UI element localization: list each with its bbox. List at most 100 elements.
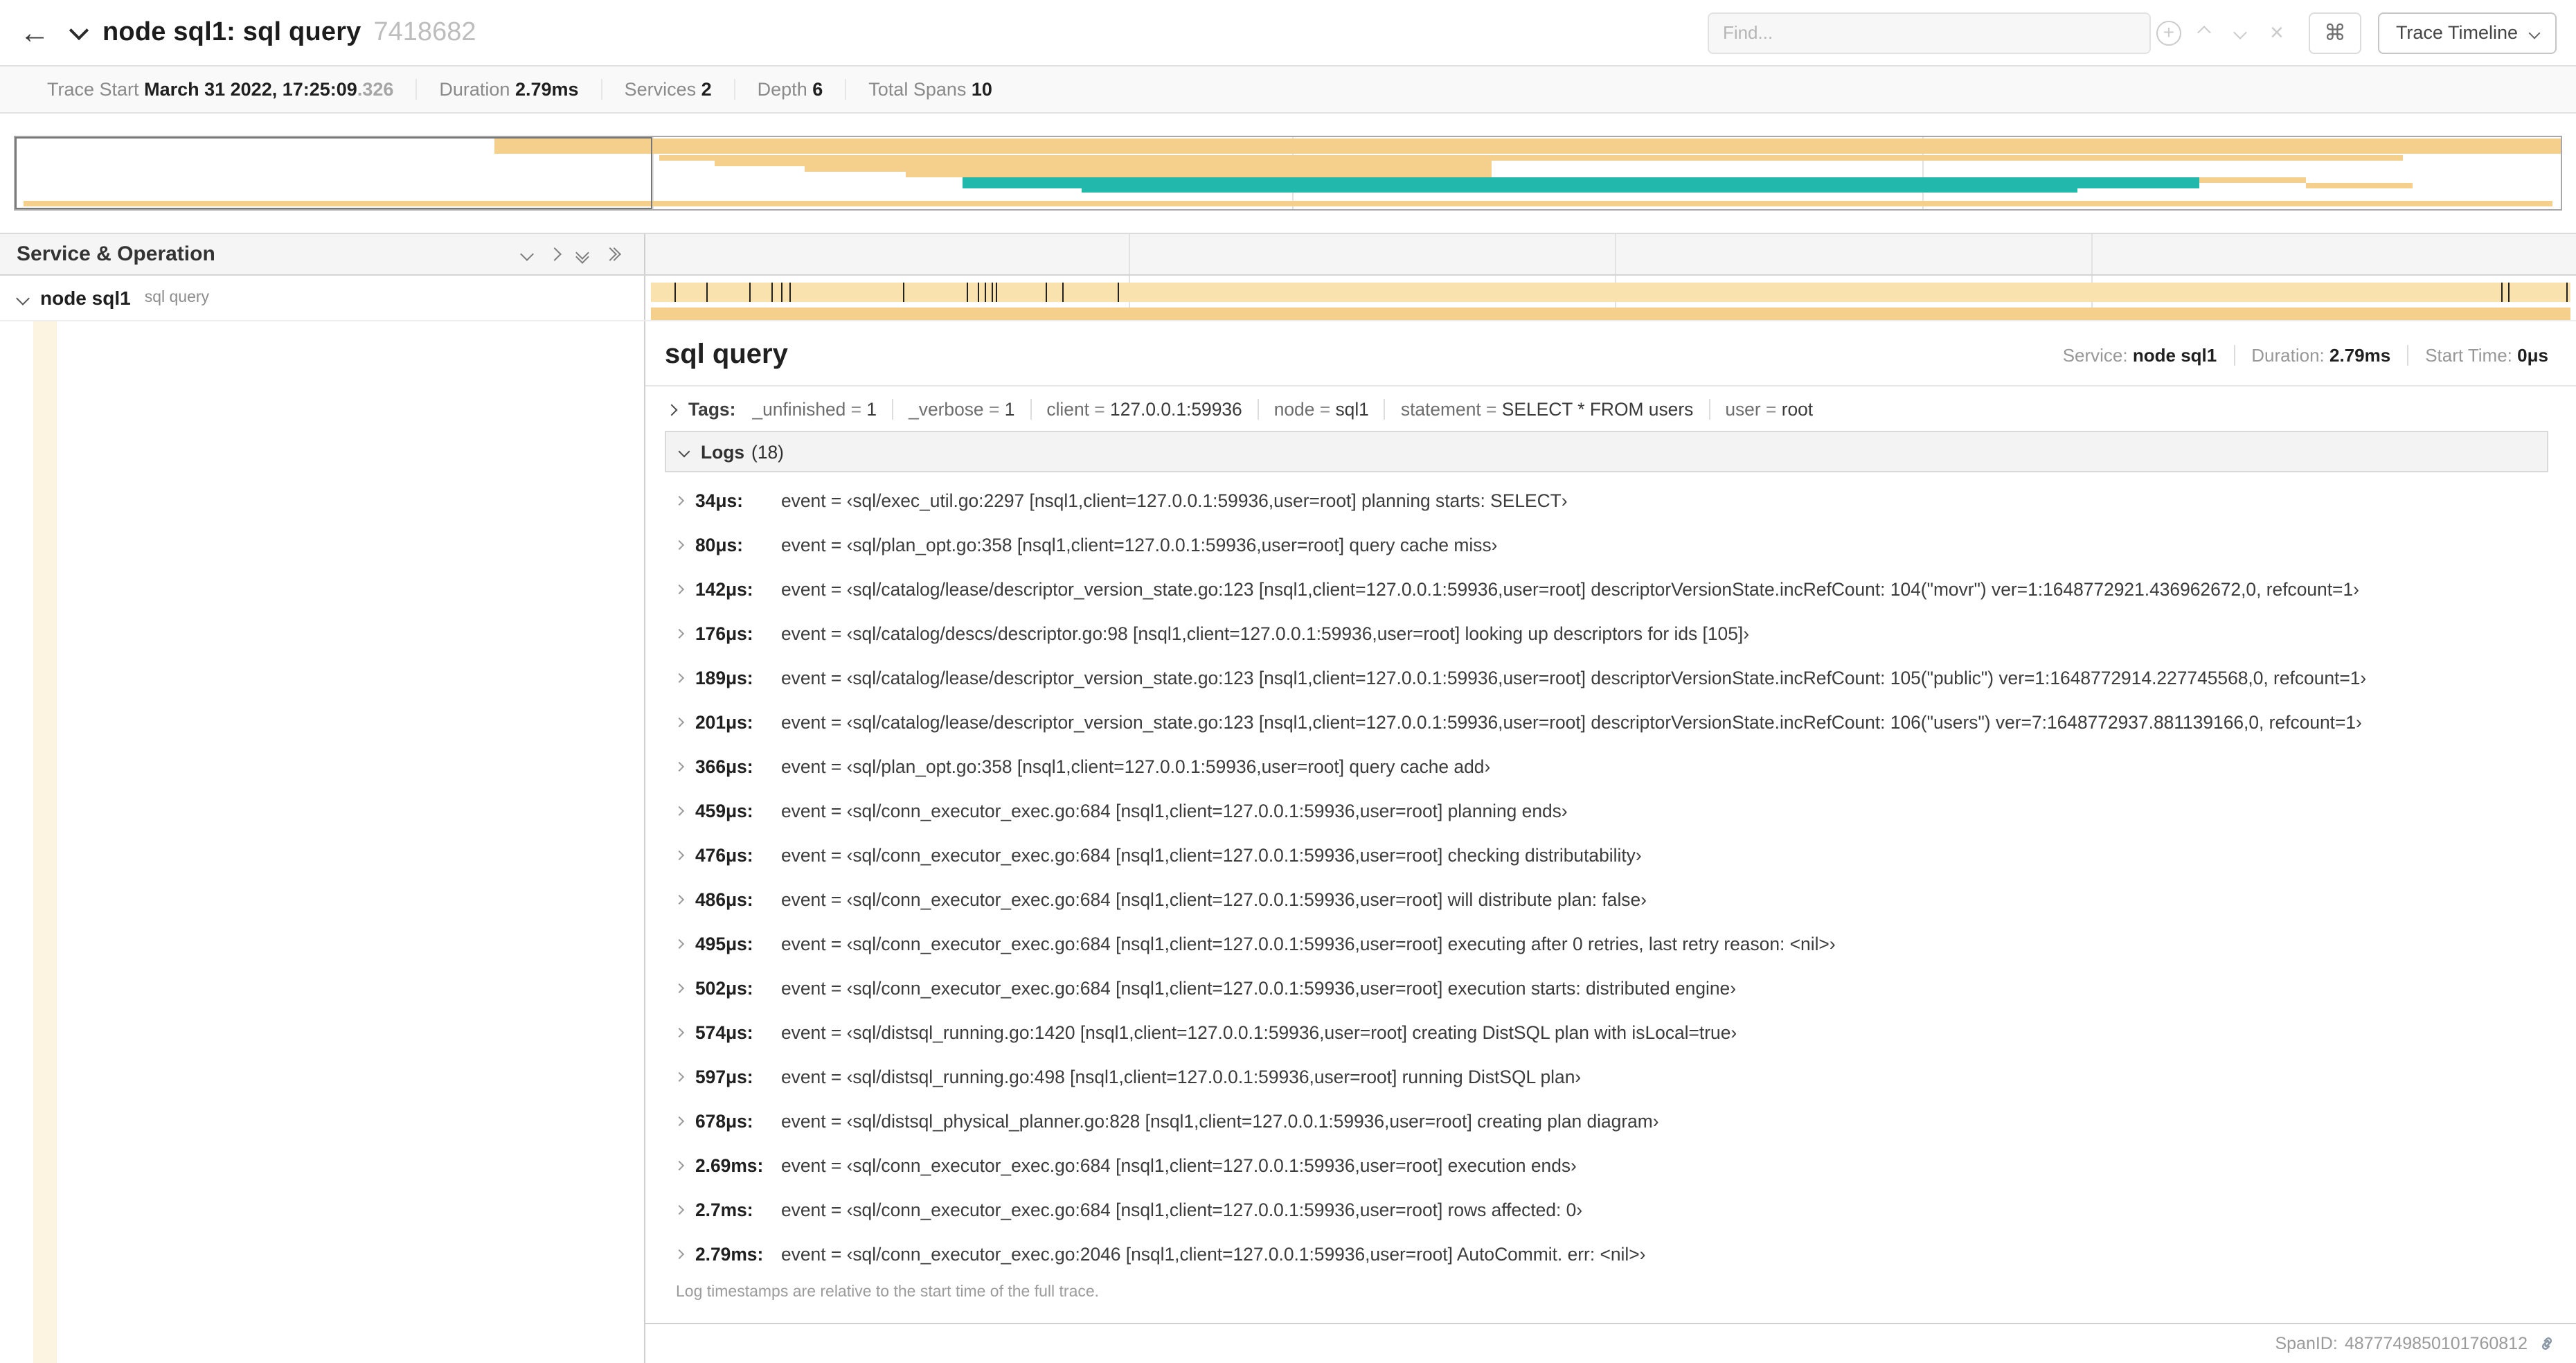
back-button[interactable]: ← — [19, 17, 50, 48]
minimap-canvas[interactable] — [14, 136, 2562, 211]
close-icon[interactable]: × — [2259, 13, 2295, 52]
span-row[interactable]: node sql1 sql query — [0, 276, 2576, 321]
find-input[interactable] — [1707, 12, 2151, 53]
tag-item: _unfinished1 — [752, 399, 892, 420]
chevron-down-icon[interactable] — [2223, 13, 2259, 52]
chevron-right-icon — [665, 403, 678, 416]
minimap-span-bar — [962, 177, 2199, 188]
log-entry[interactable]: 495μs: event = ‹sql/conn_executor_exec.g… — [665, 921, 2548, 965]
timeline-collapser — [520, 245, 621, 263]
minimap-span-bar — [715, 161, 1492, 166]
minimap-scrubber[interactable] — [15, 137, 652, 209]
span-collapse-icon[interactable] — [16, 291, 30, 305]
logs-note: Log timestamps are relative to the start… — [676, 1284, 1100, 1301]
log-tick — [789, 283, 791, 302]
span-meta-item: Start Time: 0μs — [2407, 345, 2548, 366]
collapse-header-icon[interactable] — [69, 20, 89, 41]
log-entry[interactable]: 80μs: event = ‹sql/plan_opt.go:358 [nsql… — [665, 522, 2548, 567]
chevron-right-icon — [674, 495, 685, 506]
log-entry[interactable]: 189μs: event = ‹sql/catalog/lease/descri… — [665, 655, 2548, 700]
log-entry[interactable]: 486μs: event = ‹sql/conn_executor_exec.g… — [665, 877, 2548, 921]
log-tick — [780, 283, 782, 302]
span-detail-meta: Service: node sql1 Duration: 2.79ms Start … — [2046, 345, 2548, 366]
chevron-right-icon — [674, 849, 685, 860]
chevron-right-icon — [674, 1026, 685, 1037]
log-tick — [674, 283, 676, 302]
log-tick — [749, 283, 751, 302]
log-tick — [985, 283, 987, 302]
log-entry[interactable]: 678μs: event = ‹sql/distsql_physical_pla… — [665, 1098, 2548, 1143]
span-detail-title: sql query — [665, 339, 788, 370]
service-operation-header-cell: Service & Operation — [0, 234, 645, 274]
tags-row[interactable]: Tags: _unfinished1_verbose1client127.0.0… — [665, 386, 2548, 431]
log-entry[interactable]: 476μs: event = ‹sql/conn_executor_exec.g… — [665, 832, 2548, 877]
summary-item: Services 2 — [600, 79, 734, 100]
minimap-tick-labels — [14, 114, 2562, 136]
log-entry[interactable]: 502μs: event = ‹sql/conn_executor_exec.g… — [665, 965, 2548, 1010]
chevron-right-icon — [674, 938, 685, 949]
timeline-ruler — [645, 234, 2576, 274]
chevron-right-icon — [674, 1071, 685, 1082]
log-entry[interactable]: 366μs: event = ‹sql/plan_opt.go:358 [nsq… — [665, 744, 2548, 788]
span-id-footer: SpanID: 4877749850101760812 — [645, 1324, 2576, 1363]
keyboard-shortcuts-button[interactable]: ⌘ — [2308, 12, 2361, 53]
span-bar-secondary — [651, 308, 2570, 320]
expand-all-icon[interactable] — [603, 247, 621, 261]
tags-list: _unfinished1_verbose1client127.0.0.1:599… — [752, 399, 1828, 420]
link-icon[interactable] — [2537, 1334, 2557, 1353]
span-bar[interactable] — [651, 283, 2570, 302]
trace-view-label: Trace Timeline — [2395, 22, 2518, 43]
tag-item: statementSELECT * FROM users — [1384, 399, 1708, 420]
log-tick — [978, 283, 980, 302]
chevron-right-icon — [674, 805, 685, 816]
tag-item: nodesql1 — [1257, 399, 1384, 420]
span-row-name-cell[interactable]: node sql1 sql query — [0, 276, 645, 320]
expand-one-level-icon[interactable] — [548, 247, 562, 261]
log-entry[interactable]: 34μs: event = ‹sql/exec_util.go:2297 [ns… — [665, 478, 2548, 522]
plus-circle-icon[interactable]: + — [2151, 13, 2187, 52]
span-id-value: 4877749850101760812 — [2344, 1334, 2528, 1353]
log-entry[interactable]: 574μs: event = ‹sql/distsql_running.go:1… — [665, 1010, 2548, 1054]
summary-item: Duration 2.79ms — [415, 79, 600, 100]
collapse-one-level-icon[interactable] — [520, 247, 534, 261]
log-tick — [1062, 283, 1064, 302]
log-entry[interactable]: 2.79ms: event = ‹sql/conn_executor_exec.… — [665, 1231, 2548, 1276]
span-operation-name: sql query — [144, 289, 210, 306]
timeline-gridline — [2091, 234, 2093, 274]
minimap-span-bar — [906, 172, 1492, 177]
chevron-right-icon — [674, 1248, 685, 1259]
log-tick — [1117, 283, 1119, 302]
summary-item: Trace Start March 31 2022, 17:25:09.326 — [47, 79, 394, 100]
tag-item: userroot — [1708, 399, 1828, 420]
log-entry[interactable]: 2.69ms: event = ‹sql/conn_executor_exec.… — [665, 1143, 2548, 1187]
log-tick — [2501, 283, 2503, 302]
span-meta-item: Duration: 2.79ms — [2233, 345, 2408, 366]
log-entry[interactable]: 597μs: event = ‹sql/distsql_running.go:4… — [665, 1054, 2548, 1098]
collapse-all-icon[interactable] — [575, 245, 589, 263]
log-tick — [996, 283, 998, 302]
minimap-span-bar — [494, 139, 2561, 154]
minimap-span-bar — [2199, 177, 2307, 183]
log-entry[interactable]: 201μs: event = ‹sql/catalog/lease/descri… — [665, 700, 2548, 744]
logs-list: 34μs: event = ‹sql/exec_util.go:2297 [ns… — [665, 472, 2548, 1276]
summary-item: Depth 6 — [733, 79, 846, 100]
log-entry[interactable]: 2.7ms: event = ‹sql/conn_executor_exec.g… — [665, 1187, 2548, 1231]
log-tick — [1046, 283, 1048, 302]
minimap-span-bar — [1082, 188, 2077, 193]
log-entry[interactable]: 459μs: event = ‹sql/conn_executor_exec.g… — [665, 788, 2548, 832]
timeline-header: Service & Operation — [0, 233, 2576, 276]
log-tick — [2508, 283, 2510, 302]
span-detail-panel: sql query Service: node sql1 Duration: 2.… — [645, 321, 2576, 1324]
log-entry[interactable]: 176μs: event = ‹sql/catalog/descs/descri… — [665, 611, 2548, 655]
trace-view-select[interactable]: Trace Timeline — [2377, 12, 2557, 53]
log-tick — [2566, 283, 2568, 302]
logs-header[interactable]: Logs (18) — [665, 431, 2548, 472]
log-tick — [771, 283, 773, 302]
chevron-right-icon — [674, 539, 685, 550]
span-indent-stripe — [33, 321, 57, 1363]
chevron-up-icon[interactable] — [2187, 13, 2223, 52]
chevron-right-icon — [674, 672, 685, 683]
span-row-timeline-cell — [645, 276, 2576, 320]
chevron-right-icon — [674, 760, 685, 772]
log-entry[interactable]: 142μs: event = ‹sql/catalog/lease/descri… — [665, 567, 2548, 611]
